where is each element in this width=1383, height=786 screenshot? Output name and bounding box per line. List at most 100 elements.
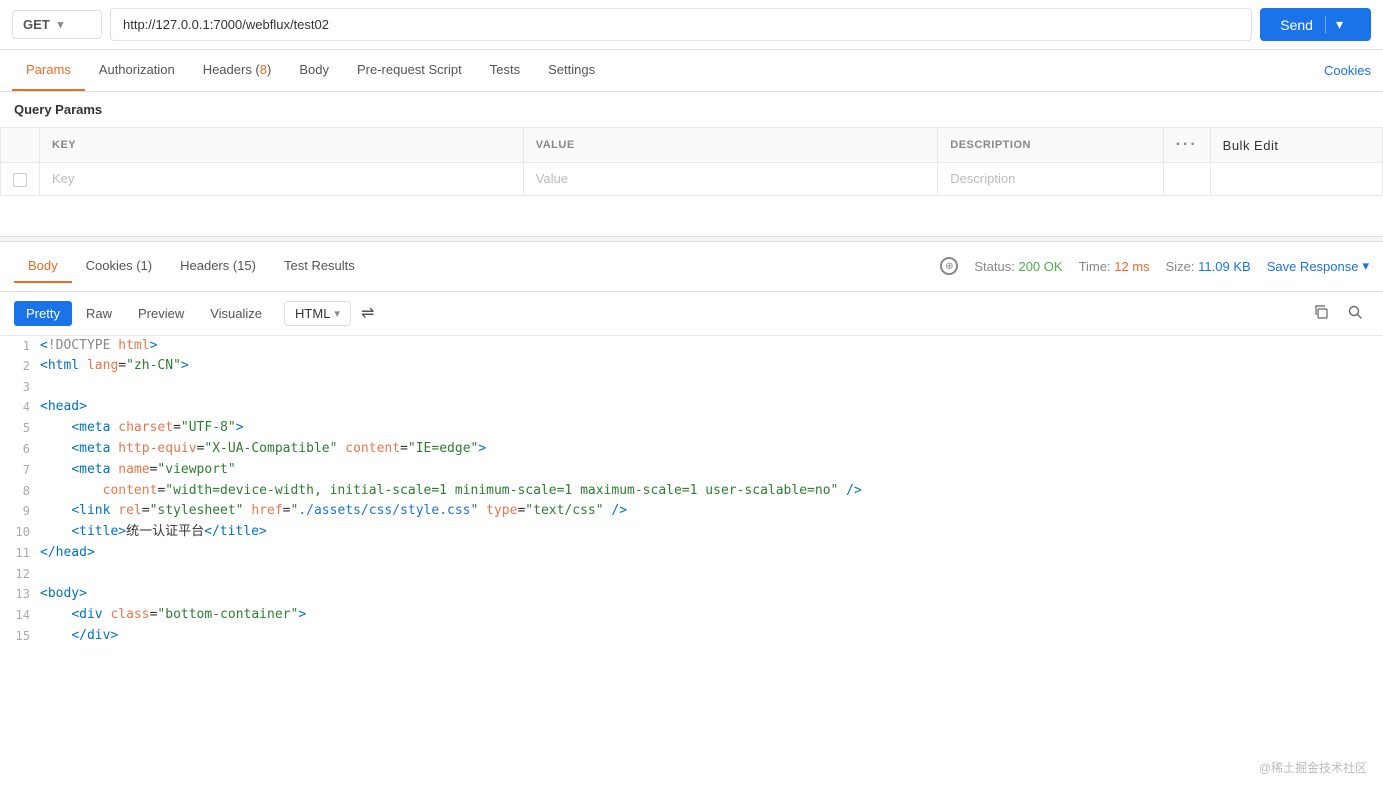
tab-params[interactable]: Params	[12, 50, 85, 91]
line-content: <div class="bottom-container">	[40, 605, 1383, 626]
save-response-button[interactable]: Save Response ▾	[1267, 258, 1369, 274]
copy-icon[interactable]	[1307, 300, 1335, 327]
resp-tab-headers[interactable]: Headers (15)	[166, 250, 270, 283]
line-content: </div>	[40, 626, 1383, 647]
tab-authorization[interactable]: Authorization	[85, 50, 189, 91]
format-raw[interactable]: Raw	[74, 301, 124, 326]
line-number: 1	[0, 336, 40, 356]
time-stat: Time: 12 ms	[1079, 259, 1150, 274]
line-number: 11	[0, 543, 40, 563]
checkbox[interactable]	[13, 173, 27, 187]
search-icon[interactable]	[1341, 300, 1369, 327]
code-line: 5 <meta charset="UTF-8">	[0, 418, 1383, 439]
col-value: VALUE	[523, 128, 938, 163]
line-number: 14	[0, 605, 40, 625]
query-params-section: Query Params	[0, 92, 1383, 127]
url-bar: GET ▾ Send ▾	[0, 0, 1383, 50]
tab-settings[interactable]: Settings	[534, 50, 609, 91]
code-line: 6 <meta http-equiv="X-UA-Compatible" con…	[0, 439, 1383, 460]
tab-pre-request[interactable]: Pre-request Script	[343, 50, 476, 91]
line-number: 12	[0, 564, 40, 584]
line-content: content="width=device-width, initial-sca…	[40, 481, 1383, 502]
send-button[interactable]: Send ▾	[1260, 8, 1371, 41]
line-content: <html lang="zh-CN">	[40, 356, 1383, 377]
format-bar: Pretty Raw Preview Visualize HTML ▾ ⇌	[0, 292, 1383, 336]
line-number: 13	[0, 584, 40, 604]
code-line: 9 <link rel="stylesheet" href="./assets/…	[0, 501, 1383, 522]
wrap-icon[interactable]: ⇌	[361, 303, 374, 323]
tab-body[interactable]: Body	[285, 50, 343, 91]
params-table: KEY VALUE DESCRIPTION ··· Bulk Edit Key	[0, 127, 1383, 196]
cookies-link[interactable]: Cookies	[1324, 63, 1371, 78]
status-stat: Status: 200 OK	[974, 259, 1062, 274]
line-number: 5	[0, 418, 40, 438]
line-content: <meta name="viewport"	[40, 460, 1383, 481]
line-content: <meta charset="UTF-8">	[40, 418, 1383, 439]
row-value[interactable]: Value	[523, 163, 938, 196]
resp-tab-cookies[interactable]: Cookies (1)	[72, 250, 166, 283]
code-line: 7 <meta name="viewport"	[0, 460, 1383, 481]
code-line: 4<head>	[0, 397, 1383, 418]
resp-tab-test-results[interactable]: Test Results	[270, 250, 369, 283]
line-content: <title>统一认证平台</title>	[40, 522, 1383, 543]
row-check[interactable]	[1, 163, 40, 196]
params-placeholder-row: Key Value Description	[1, 163, 1383, 196]
type-select[interactable]: HTML ▾	[284, 301, 351, 326]
code-line: 10 <title>统一认证平台</title>	[0, 522, 1383, 543]
code-line: 3	[0, 377, 1383, 397]
col-more: ···	[1163, 128, 1210, 163]
line-content: <meta http-equiv="X-UA-Compatible" conte…	[40, 439, 1383, 460]
url-input[interactable]	[110, 8, 1252, 41]
code-area: 1<!DOCTYPE html>2<html lang="zh-CN">34<h…	[0, 336, 1383, 647]
code-line: 15 </div>	[0, 626, 1383, 647]
row-description[interactable]: Description	[938, 163, 1163, 196]
line-content: <!DOCTYPE html>	[40, 336, 1383, 357]
line-number: 7	[0, 460, 40, 480]
line-number: 3	[0, 377, 40, 397]
row-key[interactable]: Key	[40, 163, 524, 196]
response-header: Body Cookies (1) Headers (15) Test Resul…	[0, 242, 1383, 292]
line-content: <link rel="stylesheet" href="./assets/cs…	[40, 501, 1383, 522]
more-icon[interactable]: ···	[1176, 136, 1198, 153]
method-chevron: ▾	[58, 18, 64, 31]
format-visualize[interactable]: Visualize	[198, 301, 274, 326]
line-number: 6	[0, 439, 40, 459]
save-response-chevron: ▾	[1362, 258, 1369, 274]
line-content: </head>	[40, 543, 1383, 564]
row-action	[1163, 163, 1210, 196]
col-check	[1, 128, 40, 163]
request-tabs: Params Authorization Headers (8) Body Pr…	[0, 50, 1383, 92]
format-preview[interactable]: Preview	[126, 301, 196, 326]
col-description: DESCRIPTION	[938, 128, 1163, 163]
line-number: 15	[0, 626, 40, 646]
code-line: 2<html lang="zh-CN">	[0, 356, 1383, 377]
tab-tests[interactable]: Tests	[476, 50, 534, 91]
resp-tab-body[interactable]: Body	[14, 250, 72, 283]
line-number: 4	[0, 397, 40, 417]
size-stat: Size: 11.09 KB	[1166, 259, 1251, 274]
method-dropdown[interactable]: GET ▾	[12, 10, 102, 39]
type-select-chevron: ▾	[334, 307, 340, 320]
code-line: 13<body>	[0, 584, 1383, 605]
line-number: 2	[0, 356, 40, 376]
send-arrow[interactable]: ▾	[1325, 16, 1351, 33]
code-line: 8 content="width=device-width, initial-s…	[0, 481, 1383, 502]
col-bulk-edit[interactable]: Bulk Edit	[1210, 128, 1382, 163]
format-pretty[interactable]: Pretty	[14, 301, 72, 326]
code-line: 11</head>	[0, 543, 1383, 564]
col-key: KEY	[40, 128, 524, 163]
send-label: Send	[1280, 17, 1325, 33]
watermark: @稀土掘金技术社区	[1259, 759, 1367, 776]
response-stats: ⊕ Status: 200 OK Time: 12 ms Size: 11.09…	[940, 257, 1369, 275]
row-bulk	[1210, 163, 1382, 196]
line-number: 8	[0, 481, 40, 501]
code-line: 1<!DOCTYPE html>	[0, 336, 1383, 357]
line-content: <head>	[40, 397, 1383, 418]
line-content: <body>	[40, 584, 1383, 605]
code-line: 12	[0, 564, 1383, 584]
method-label: GET	[23, 17, 50, 32]
code-line: 14 <div class="bottom-container">	[0, 605, 1383, 626]
line-number: 9	[0, 501, 40, 521]
line-number: 10	[0, 522, 40, 542]
tab-headers[interactable]: Headers (8)	[189, 50, 286, 91]
